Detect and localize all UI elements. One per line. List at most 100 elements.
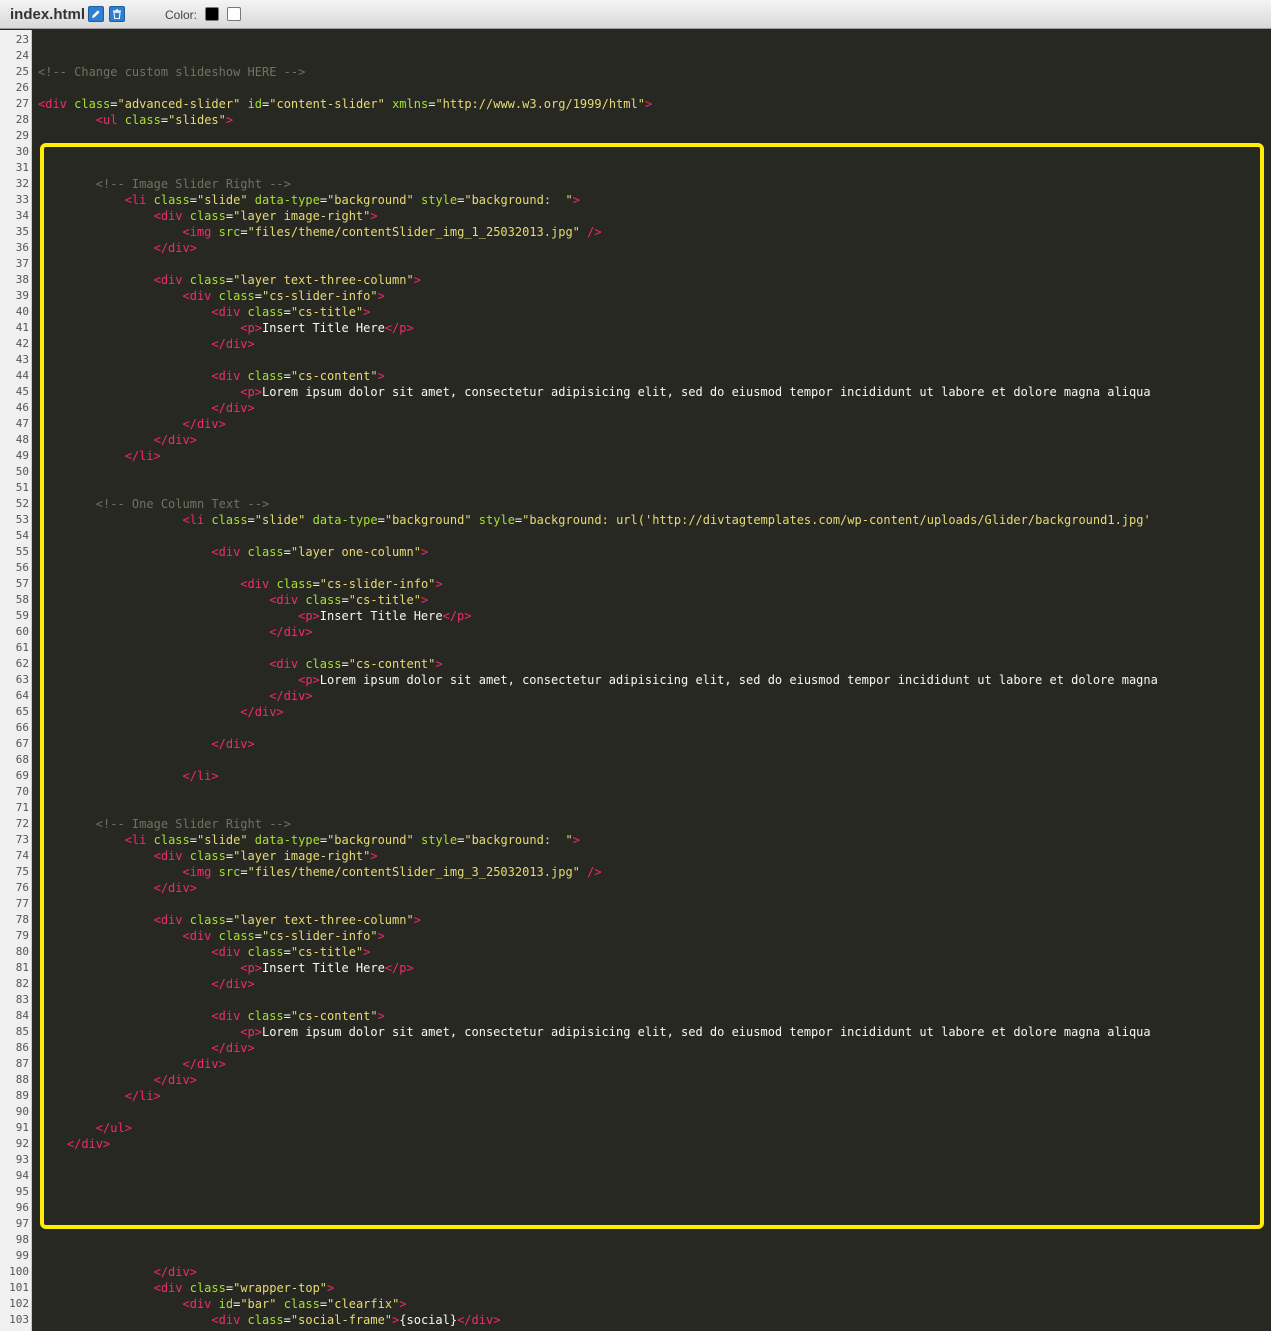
line-number: 29 [15,129,29,142]
file-name: index.html [10,6,86,23]
line-number: 102 [9,1297,29,1310]
line-number: 78 [15,913,29,926]
code-line[interactable] [38,48,1271,64]
line-number: 74 [15,849,29,862]
line-number: 103 [9,1313,29,1326]
line-number: 76 [15,881,29,894]
line-number: 60 [15,625,29,638]
line-number: 67 [15,737,29,750]
line-number: 37 [15,257,29,270]
line-number: 100 [9,1265,29,1278]
line-number: 61 [15,641,29,654]
line-number: 41 [15,321,29,334]
line-number: 93 [15,1153,29,1166]
line-number: 66 [15,721,29,734]
code-line[interactable]: <div id="bar" class="clearfix"> [38,1296,1271,1312]
line-number: 58 [15,593,29,606]
code-line[interactable] [38,32,1271,48]
line-number: 40 [15,305,29,318]
line-number: 75 [15,865,29,878]
code-line[interactable]: </div> [38,1264,1271,1280]
line-number: 39 [15,289,29,302]
code-line[interactable] [38,128,1271,144]
line-number: 56 [15,561,29,574]
line-number: 70 [15,785,29,798]
line-number: 44 [15,369,29,382]
line-number: 77 [15,897,29,910]
line-number: 85 [15,1025,29,1038]
code-line[interactable]: <ul class="slides"> [38,112,1271,128]
color-swatch-white[interactable] [227,7,241,21]
line-number: 32 [15,177,29,190]
line-number: 25 [15,65,29,78]
line-number: 83 [15,993,29,1006]
trash-icon [113,9,121,19]
line-number: 63 [15,673,29,686]
line-number: 50 [15,465,29,478]
line-number: 71 [15,801,29,814]
code-line[interactable]: <!-- Change custom slideshow HERE --> [38,64,1271,80]
line-number: 23 [15,33,29,46]
selection-highlight [40,143,1264,1229]
line-number: 43 [15,353,29,366]
line-number: 98 [15,1233,29,1246]
line-number: 46 [15,401,29,414]
line-number: 54 [15,529,29,542]
line-number: 94 [15,1169,29,1182]
line-number: 101 [9,1281,29,1294]
code-line[interactable]: <div class="social-frame">{social}</div> [38,1312,1271,1328]
line-number: 52 [15,497,29,510]
line-number: 91 [15,1121,29,1134]
line-number: 24 [15,49,29,62]
line-number: 26 [15,81,29,94]
line-number: 81 [15,961,29,974]
line-number: 72 [15,817,29,830]
code-line[interactable]: <div class="wrapper-top"> [38,1280,1271,1296]
line-numbers: 23 24 25 26 27 28 29 30 31 32 33 34 35 36 37 38 39 40 41 42… [0,32,29,1328]
line-number: 69 [15,769,29,782]
line-number: 49 [15,449,29,462]
line-number: 34 [15,209,29,222]
line-number: 82 [15,977,29,990]
line-number: 36 [15,241,29,254]
line-number: 27 [15,97,29,110]
line-number: 33 [15,193,29,206]
code-line[interactable]: <div class="advanced-slider" id="content… [38,96,1271,112]
line-number: 96 [15,1201,29,1214]
line-number: 59 [15,609,29,622]
color-swatch-black[interactable] [205,7,219,21]
line-number: 90 [15,1105,29,1118]
line-number: 87 [15,1057,29,1070]
line-number: 65 [15,705,29,718]
line-number: 47 [15,417,29,430]
color-label: Color: [165,8,198,22]
line-number: 80 [15,945,29,958]
line-number: 30 [15,145,29,158]
line-number: 88 [15,1073,29,1086]
line-number: 95 [15,1185,29,1198]
line-number: 64 [15,689,29,702]
line-number: 38 [15,273,29,286]
editor-toolbar: index.html Color: [0,0,1271,29]
line-number: 57 [15,577,29,590]
line-number: 84 [15,1009,29,1022]
line-number: 97 [15,1217,29,1230]
line-number: 48 [15,433,29,446]
code-line[interactable] [38,1232,1271,1248]
code-line[interactable] [38,1248,1271,1264]
line-number: 42 [15,337,29,350]
line-number: 89 [15,1089,29,1102]
edit-file-button[interactable] [88,6,104,22]
line-number: 92 [15,1137,29,1150]
line-number: 55 [15,545,29,558]
line-number: 86 [15,1041,29,1054]
line-number: 45 [15,385,29,398]
line-number: 73 [15,833,29,846]
line-number: 51 [15,481,29,494]
line-number: 28 [15,113,29,126]
line-number: 31 [15,161,29,174]
line-number: 79 [15,929,29,942]
code-line[interactable] [38,80,1271,96]
line-number: 35 [15,225,29,238]
delete-file-button[interactable] [109,6,125,22]
